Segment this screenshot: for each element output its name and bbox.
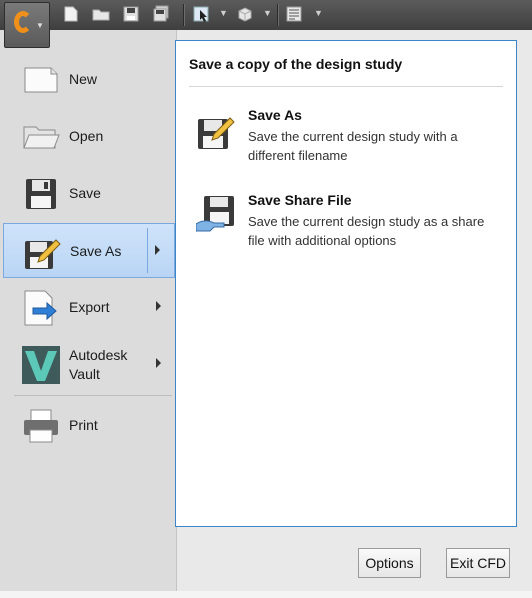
save-as-icon [22,232,62,272]
application-menu: New Open Save Save As Export Autodesk Va… [0,30,177,598]
menu-item-save-as[interactable]: Save As [3,223,175,278]
menu-item-open[interactable]: Open [3,109,175,164]
chevron-right-icon [156,358,161,368]
menu-item-label: Save As [70,243,122,259]
save-icon [21,174,61,214]
menu-separator [14,395,172,396]
select-icon[interactable] [193,5,211,23]
printer-icon [21,406,61,446]
option-title: Save As [248,107,302,123]
chevron-right-icon[interactable] [155,245,160,255]
menu-item-print[interactable]: Print [3,398,175,453]
properties-icon[interactable] [285,5,303,23]
menu-item-label: Autodesk Vault [69,346,128,382]
menu-item-label: Open [69,128,104,144]
chevron-down-icon[interactable]: ▼ [263,8,272,18]
application-menu-button[interactable]: ▼ [4,2,50,48]
new-file-icon[interactable] [62,5,80,23]
menu-item-label: New [69,71,98,87]
chevron-down-icon: ▼ [36,21,44,30]
view-cube-icon[interactable] [236,5,254,23]
menu-item-autodesk-vault[interactable]: Autodesk Vault [3,337,175,392]
save-all-icon[interactable] [152,5,170,23]
save-as-panel: Save a copy of the design study Save As … [175,40,517,527]
vault-icon [21,345,61,385]
option-title: Save Share File [248,192,352,208]
chevron-right-icon [156,301,161,311]
submenu-divider [147,228,148,273]
option-description: Save the current design study with a dif… [248,129,458,163]
options-button[interactable]: Options [358,548,421,578]
menu-item-label: Print [69,417,98,433]
toolbar-separator [277,4,279,26]
app-logo-icon [14,11,32,33]
menu-item-new[interactable]: New [3,52,175,107]
customize-toolbar-icon[interactable]: ▼ [314,8,323,18]
new-file-icon [21,60,61,100]
panel-title: Save a copy of the design study [189,56,403,72]
save-share-icon [195,194,236,236]
open-folder-icon[interactable] [92,5,110,23]
open-folder-icon [21,117,61,157]
menu-item-export[interactable]: Export [3,280,175,335]
option-save-share-file[interactable]: Save Share File Save the current design … [188,192,508,262]
exit-cfd-button[interactable]: Exit CFD [446,548,510,578]
save-icon[interactable] [122,5,140,23]
toolbar-separator [183,4,185,26]
panel-divider [189,86,503,87]
export-icon [21,288,61,328]
quick-access-toolbar: ▼ ▼ ▼ [0,0,532,30]
menu-item-save[interactable]: Save [3,166,175,221]
menu-item-label: Save [69,185,101,201]
option-save-as[interactable]: Save As Save the current design study wi… [188,107,508,177]
save-as-icon [196,109,236,151]
chevron-down-icon[interactable]: ▼ [219,8,228,18]
background-strip [0,591,532,598]
menu-item-label: Export [69,299,110,315]
option-description: Save the current design study as a share… [248,214,485,248]
